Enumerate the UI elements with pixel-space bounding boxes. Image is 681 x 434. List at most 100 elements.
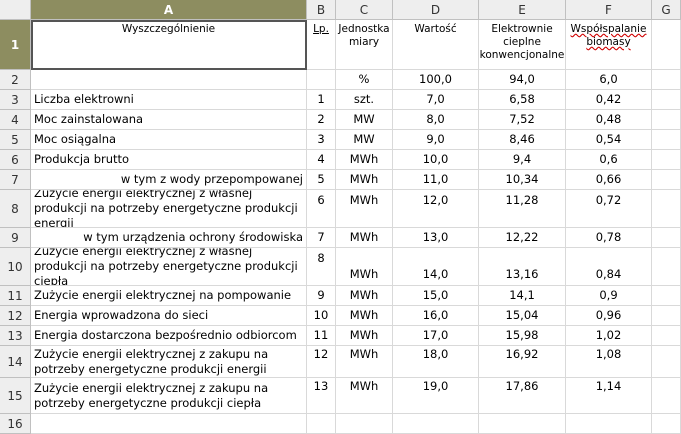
row-header[interactable]: 9 [0, 228, 31, 248]
cell-c1[interactable]: Jednostka miary [336, 20, 393, 70]
cell-d2[interactable]: 100,0 [393, 70, 479, 90]
cell-f[interactable]: 0,78 [566, 228, 652, 248]
row-header[interactable]: 12 [0, 306, 31, 326]
cell-e[interactable]: 15,04 [479, 306, 566, 326]
row-header-2[interactable]: 2 [0, 70, 31, 90]
cell-c[interactable]: MWh [336, 170, 393, 190]
cell-e16[interactable] [479, 414, 566, 434]
cell-e[interactable]: 16,92 [479, 346, 566, 378]
cell-b[interactable]: 1 [307, 90, 336, 110]
cell-g[interactable] [652, 170, 681, 190]
cell-g[interactable] [652, 150, 681, 170]
cell-d[interactable]: 16,0 [393, 306, 479, 326]
cell-e[interactable]: 14,1 [479, 286, 566, 306]
column-header-e[interactable]: E [479, 0, 566, 20]
cell-d[interactable]: 11,0 [393, 170, 479, 190]
cell-c[interactable]: MW [336, 110, 393, 130]
cell-e[interactable]: 10,34 [479, 170, 566, 190]
cell-d[interactable]: 9,0 [393, 130, 479, 150]
cell-g[interactable] [652, 286, 681, 306]
cell-f[interactable]: 1,08 [566, 346, 652, 378]
cell-f[interactable]: 0,42 [566, 90, 652, 110]
cell-a[interactable]: Zużycie energii elektrycznej z zakupu na… [31, 378, 307, 414]
cell-f2[interactable]: 6,0 [566, 70, 652, 90]
cell-f[interactable]: 1,14 [566, 378, 652, 414]
cell-d[interactable]: 19,0 [393, 378, 479, 414]
cell-d[interactable]: 14,0 [393, 248, 479, 286]
cell-c[interactable]: MW [336, 130, 393, 150]
cell-f16[interactable] [566, 414, 652, 434]
cell-a[interactable]: Zużycie energii elektrycznej z własnej p… [31, 190, 307, 228]
cell-g[interactable] [652, 346, 681, 378]
cell-c[interactable]: MWh [336, 150, 393, 170]
column-header-a[interactable]: A [31, 0, 307, 20]
cell-c[interactable]: MWh [336, 346, 393, 378]
cell-a[interactable]: Zużycie energii elektrycznej na pompowan… [31, 286, 307, 306]
cell-c[interactable]: MWh [336, 326, 393, 346]
cell-b[interactable]: 2 [307, 110, 336, 130]
cell-g[interactable] [652, 306, 681, 326]
row-header[interactable]: 13 [0, 326, 31, 346]
cell-b[interactable]: 13 [307, 378, 336, 414]
cell-a[interactable]: Energia wprowadzona do sieci [31, 306, 307, 326]
row-header[interactable]: 3 [0, 90, 31, 110]
select-all-corner[interactable] [0, 0, 31, 20]
cell-b[interactable]: 5 [307, 170, 336, 190]
cell-c[interactable]: MWh [336, 286, 393, 306]
cell-b[interactable]: 11 [307, 326, 336, 346]
cell-g[interactable] [652, 378, 681, 414]
column-header-g[interactable]: G [652, 0, 681, 20]
row-header[interactable]: 8 [0, 190, 31, 228]
cell-c[interactable]: MWh [336, 306, 393, 326]
row-header[interactable]: 15 [0, 378, 31, 414]
cell-b[interactable]: 3 [307, 130, 336, 150]
cell-a[interactable]: w tym z wody przepompowanej [31, 170, 307, 190]
cell-b[interactable]: 6 [307, 190, 336, 228]
cell-c[interactable]: MWh [336, 190, 393, 228]
cell-c[interactable]: szt. [336, 90, 393, 110]
cell-g[interactable] [652, 248, 681, 286]
cell-g16[interactable] [652, 414, 681, 434]
cell-f[interactable]: 0,72 [566, 190, 652, 228]
cell-b[interactable]: 4 [307, 150, 336, 170]
cell-e[interactable]: 9,4 [479, 150, 566, 170]
cell-g[interactable] [652, 130, 681, 150]
cell-e[interactable]: 17,86 [479, 378, 566, 414]
cell-f1[interactable]: Współspalanie biomasy [566, 20, 652, 70]
column-header-d[interactable]: D [393, 0, 479, 20]
row-header-16[interactable]: 16 [0, 414, 31, 434]
cell-a2[interactable] [31, 70, 307, 90]
cell-d[interactable]: 7,0 [393, 90, 479, 110]
cell-f[interactable]: 1,02 [566, 326, 652, 346]
cell-a[interactable]: Moc zainstalowana [31, 110, 307, 130]
row-header[interactable]: 5 [0, 130, 31, 150]
cell-d[interactable]: 18,0 [393, 346, 479, 378]
cell-d[interactable]: 10,0 [393, 150, 479, 170]
cell-e[interactable]: 11,28 [479, 190, 566, 228]
cell-b[interactable]: 9 [307, 286, 336, 306]
cell-a[interactable]: Zużycie energii elektrycznej z zakupu na… [31, 346, 307, 378]
cell-e[interactable]: 12,22 [479, 228, 566, 248]
cell-b2[interactable] [307, 70, 336, 90]
cell-d[interactable]: 8,0 [393, 110, 479, 130]
cell-f[interactable]: 0,48 [566, 110, 652, 130]
cell-a[interactable]: Liczba elektrowni [31, 90, 307, 110]
cell-e[interactable]: 8,46 [479, 130, 566, 150]
row-header[interactable]: 4 [0, 110, 31, 130]
cell-b[interactable]: 8 [307, 248, 336, 286]
cell-e[interactable]: 7,52 [479, 110, 566, 130]
cell-c[interactable]: MWh [336, 378, 393, 414]
row-header[interactable]: 14 [0, 346, 31, 378]
cell-d1[interactable]: Wartość [393, 20, 479, 70]
cell-g1[interactable] [652, 20, 681, 70]
cell-d[interactable]: 17,0 [393, 326, 479, 346]
cell-a[interactable]: Moc osiągalna [31, 130, 307, 150]
cell-c16[interactable] [336, 414, 393, 434]
cell-f[interactable]: 0,9 [566, 286, 652, 306]
cell-a[interactable]: w tym urządzenia ochrony środowiska [31, 228, 307, 248]
row-header[interactable]: 10 [0, 248, 31, 286]
cell-b[interactable]: 7 [307, 228, 336, 248]
cell-a[interactable]: Energia dostarczona bezpośrednio odbiorc… [31, 326, 307, 346]
cell-e[interactable]: 15,98 [479, 326, 566, 346]
cell-g[interactable] [652, 110, 681, 130]
